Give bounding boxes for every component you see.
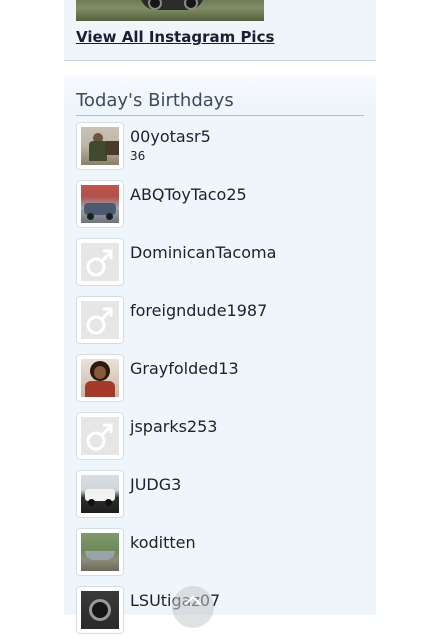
avatar[interactable] (76, 470, 124, 518)
birthday-item: ABQToyTaco25 (76, 180, 364, 238)
sidebar: View All Instagram Pics Today's Birthday… (64, 0, 376, 634)
avatar[interactable] (76, 354, 124, 402)
birthday-username[interactable]: jsparks253 (130, 417, 217, 436)
instagram-thumbnail[interactable] (76, 0, 264, 21)
avatar-photo (81, 591, 119, 629)
birthday-username[interactable]: ABQToyTaco25 (130, 185, 247, 204)
male-default-icon (81, 417, 119, 455)
birthday-username[interactable]: JUDG3 (130, 475, 181, 494)
avatar[interactable] (76, 528, 124, 576)
birthday-item: 00yotasr5 36 (76, 122, 364, 180)
avatar[interactable] (76, 122, 124, 170)
birthday-item: Grayfolded13 (76, 354, 364, 412)
avatar-photo (81, 359, 119, 397)
birthday-username[interactable]: Grayfolded13 (130, 359, 239, 378)
avatar[interactable] (76, 238, 124, 286)
birthdays-block: Today's Birthdays 00yotasr5 36 ABQToyTac… (64, 75, 376, 634)
birthday-username[interactable]: foreigndude1987 (130, 301, 267, 320)
birthday-item: JUDG3 (76, 470, 364, 528)
avatar[interactable] (76, 296, 124, 344)
avatar-photo (81, 127, 119, 165)
birthday-item: jsparks253 (76, 412, 364, 470)
male-default-icon (81, 301, 119, 339)
avatar[interactable] (76, 412, 124, 460)
birthday-username[interactable]: 00yotasr5 (130, 127, 211, 146)
birthday-age: 36 (130, 149, 146, 163)
birthdays-title: Today's Birthdays (76, 90, 234, 111)
male-default-icon (81, 243, 119, 281)
birthday-username[interactable]: koditten (130, 533, 196, 552)
birthday-item: foreigndude1987 (76, 296, 364, 354)
instagram-block: View All Instagram Pics (64, 0, 376, 61)
birthday-item: LSUtigaz07 (76, 586, 364, 644)
birthday-list: 00yotasr5 36 ABQToyTaco25 DominicanTacom… (76, 122, 364, 644)
birthday-username[interactable]: DominicanTacoma (130, 243, 276, 262)
avatar-photo (81, 533, 119, 571)
birthday-item: DominicanTacoma (76, 238, 364, 296)
avatar[interactable] (76, 180, 124, 228)
scroll-to-top-button[interactable] (172, 586, 214, 628)
avatar-photo (81, 475, 119, 513)
birthdays-divider (76, 115, 364, 116)
view-all-instagram-link[interactable]: View All Instagram Pics (76, 28, 274, 46)
avatar[interactable] (76, 586, 124, 634)
birthday-item: koditten (76, 528, 364, 586)
avatar-photo (81, 185, 119, 223)
